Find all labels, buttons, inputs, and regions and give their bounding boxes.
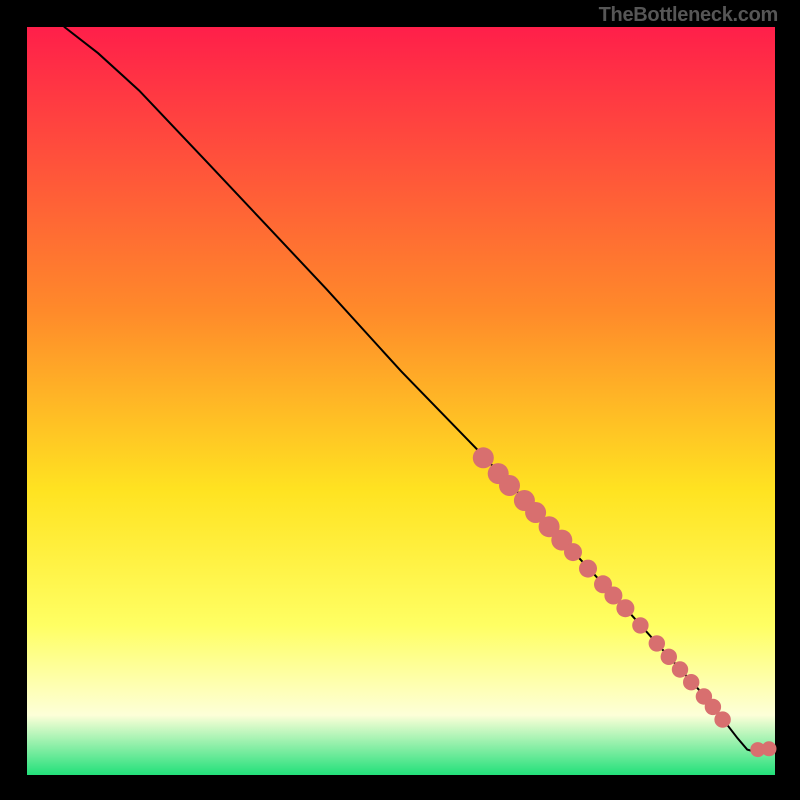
data-point (649, 635, 665, 651)
plot-background (27, 27, 775, 775)
data-point (632, 617, 648, 633)
data-point (564, 543, 582, 561)
data-point (672, 661, 688, 677)
data-point (499, 475, 520, 496)
attribution-text: TheBottleneck.com (599, 4, 778, 27)
data-point (714, 711, 730, 727)
data-point (616, 599, 634, 617)
data-point (473, 447, 494, 468)
data-point (661, 649, 677, 665)
chart-svg (0, 0, 800, 800)
chart-root: { "attribution": "TheBottleneck.com", "c… (0, 0, 800, 800)
data-point (683, 674, 699, 690)
data-point (579, 560, 597, 578)
data-point (762, 741, 777, 756)
